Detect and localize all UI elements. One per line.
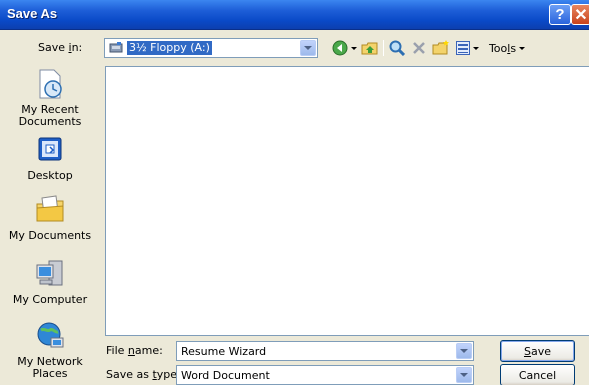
place-label: My Documents bbox=[8, 229, 92, 242]
tools-label: Tools bbox=[488, 41, 517, 55]
tools-menu[interactable]: Tools bbox=[485, 38, 529, 58]
delete-button[interactable] bbox=[409, 38, 429, 58]
my-network-places-icon bbox=[37, 322, 64, 348]
save-as-type-label: Save as type: bbox=[106, 368, 181, 381]
file-name-dropdown-button[interactable] bbox=[456, 343, 472, 359]
save-as-dialog: Save in: 3½ Floppy (A:) Tools My Recent … bbox=[0, 30, 589, 385]
places-bar: My Recent Documents Desktop My Documents bbox=[5, 68, 95, 383]
create-new-folder-icon bbox=[432, 40, 449, 55]
my-recent-documents-icon bbox=[39, 69, 62, 99]
chevron-down-icon bbox=[460, 373, 468, 377]
place-my-network-places[interactable]: My Network Places bbox=[5, 320, 95, 380]
views-button[interactable] bbox=[453, 38, 481, 58]
chevron-down-icon bbox=[304, 46, 312, 50]
delete-icon bbox=[413, 42, 425, 54]
up-one-level-icon bbox=[361, 42, 378, 55]
cancel-button-label: Cancel bbox=[518, 368, 557, 382]
save-as-type-dropdown-button[interactable] bbox=[456, 367, 472, 383]
close-button[interactable]: ✕ bbox=[571, 4, 589, 25]
back-icon bbox=[332, 40, 347, 56]
place-my-documents[interactable]: My Documents bbox=[5, 194, 95, 242]
save-button[interactable]: Save bbox=[500, 340, 575, 362]
window-title: Save As bbox=[7, 6, 58, 21]
file-list-view[interactable] bbox=[105, 66, 589, 336]
save-in-selected-value: 3½ Floppy (A:) bbox=[126, 40, 213, 56]
up-one-level-button[interactable] bbox=[360, 38, 380, 58]
floppy-drive-icon bbox=[109, 42, 123, 53]
place-label: My Recent Documents bbox=[18, 103, 82, 128]
save-as-type-value: Word Document bbox=[181, 369, 270, 382]
back-dropdown-icon bbox=[350, 46, 357, 50]
close-icon: ✕ bbox=[574, 6, 588, 24]
title-bar: Save As ? ✕ bbox=[0, 0, 589, 30]
file-name-label: File name: bbox=[106, 344, 163, 357]
place-desktop[interactable]: Desktop bbox=[5, 134, 95, 182]
place-my-computer[interactable]: My Computer bbox=[5, 258, 95, 306]
chevron-down-icon bbox=[460, 349, 468, 353]
file-name-value: Resume Wizard bbox=[181, 345, 267, 358]
help-icon: ? bbox=[555, 6, 565, 23]
file-name-field[interactable]: Resume Wizard bbox=[176, 341, 474, 361]
place-my-recent-documents[interactable]: My Recent Documents bbox=[5, 68, 95, 128]
save-as-type-dropdown[interactable]: Word Document bbox=[176, 365, 474, 385]
save-in-label: Save in: bbox=[38, 41, 83, 54]
search-web-button[interactable] bbox=[387, 38, 407, 58]
save-button-label: Save bbox=[523, 344, 551, 358]
place-label: Desktop bbox=[27, 169, 73, 182]
place-label: My Computer bbox=[12, 293, 88, 306]
desktop-icon bbox=[38, 137, 62, 161]
save-in-dropdown-button[interactable] bbox=[300, 40, 316, 56]
help-button[interactable]: ? bbox=[549, 4, 571, 25]
place-label: My Network Places bbox=[17, 355, 83, 380]
my-documents-icon bbox=[36, 195, 64, 222]
save-in-dropdown[interactable]: 3½ Floppy (A:) bbox=[104, 38, 318, 58]
tools-dropdown-icon bbox=[519, 46, 526, 50]
my-computer-icon bbox=[36, 260, 63, 286]
back-button[interactable] bbox=[330, 38, 358, 58]
create-new-folder-button[interactable] bbox=[431, 38, 451, 58]
views-icon bbox=[455, 41, 470, 55]
cancel-button[interactable]: Cancel bbox=[500, 364, 575, 385]
views-dropdown-icon bbox=[472, 46, 479, 50]
search-web-icon bbox=[389, 40, 405, 56]
